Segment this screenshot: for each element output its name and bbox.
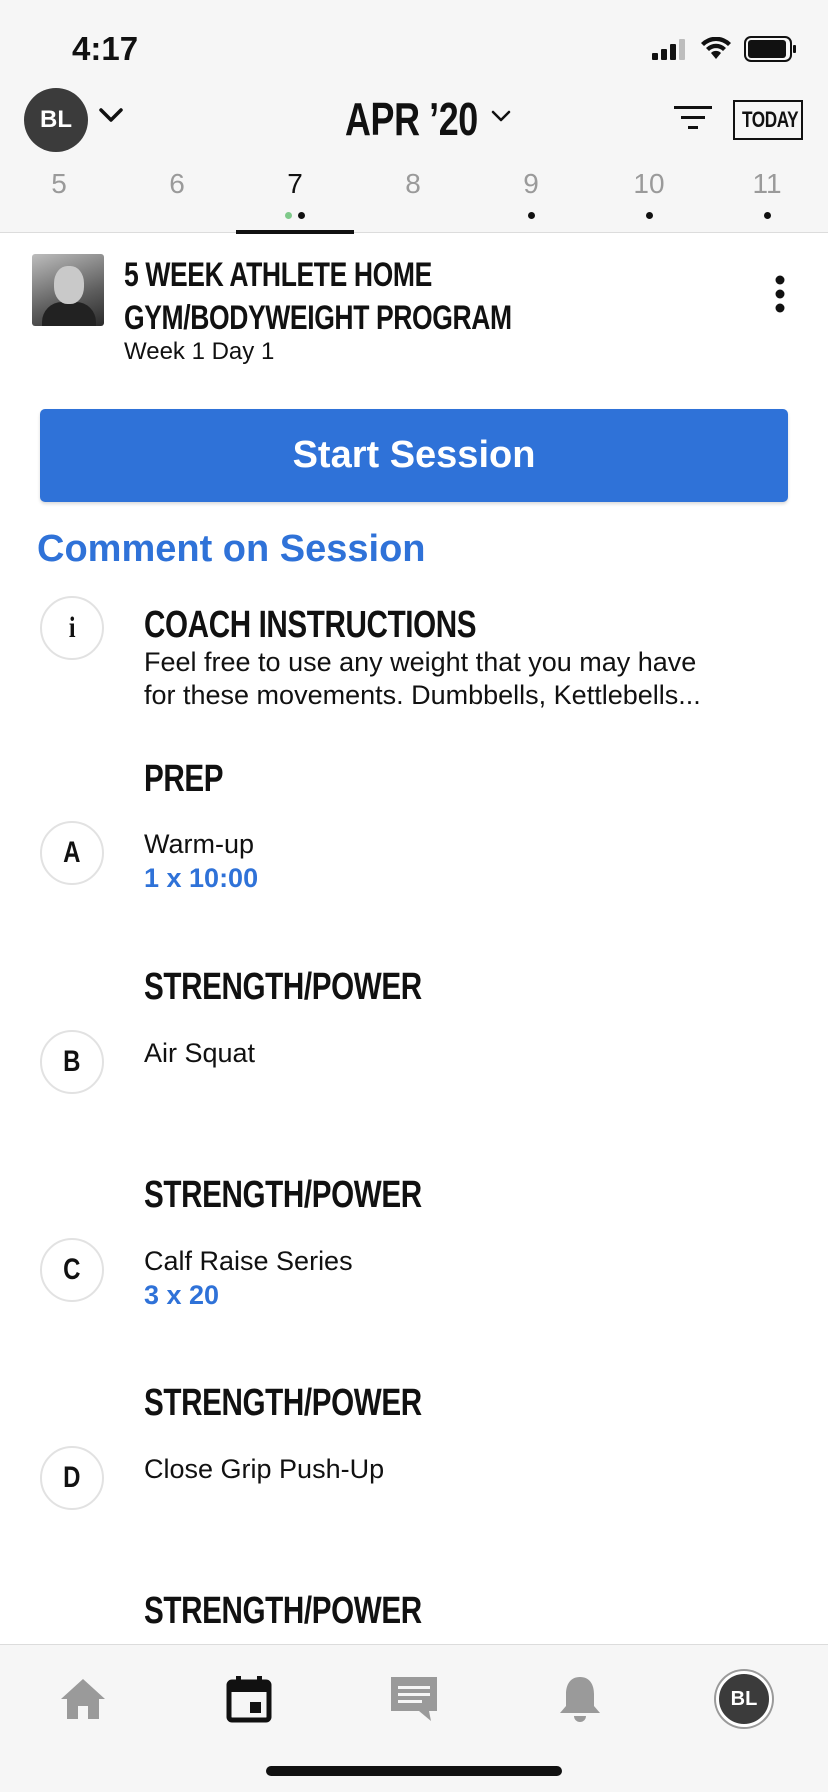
session-dot — [298, 212, 305, 219]
exercise-sets: 3 x 20 — [144, 1280, 220, 1310]
day-5[interactable]: 5 — [0, 160, 118, 232]
user-avatar[interactable]: BL — [24, 88, 88, 152]
exercise-name[interactable]: Air Squat — [144, 1037, 255, 1070]
tab-messages[interactable] — [369, 1667, 459, 1731]
status-icons — [652, 36, 798, 62]
section-title: PREP — [144, 758, 224, 800]
day-number: 10 — [633, 168, 665, 199]
program-title-text: 5 WEEK ATHLETE HOME GYM/BODYWEIGHT PROGR… — [124, 256, 512, 337]
status-bar: 4:17 — [0, 0, 828, 88]
today-button-label: TODAY — [742, 107, 799, 132]
day-number: 11 — [752, 168, 782, 199]
month-label: APR ’20 — [345, 93, 478, 145]
section-title: STRENGTH/POWER — [144, 1174, 422, 1216]
avatar-initials: BL — [40, 106, 72, 133]
info-badge: i — [40, 596, 104, 660]
profile-avatar: BL — [716, 1671, 772, 1727]
badge-letter: C — [63, 1253, 81, 1286]
day-8[interactable]: 8 — [354, 160, 472, 232]
day-number: 5 — [51, 168, 67, 199]
signal-icon — [652, 39, 685, 60]
tab-home[interactable] — [38, 1667, 128, 1731]
day-9[interactable]: 9 — [472, 160, 590, 232]
coach-instructions-line-2[interactable]: for these movements. Dumbbells, Kettlebe… — [144, 679, 701, 712]
day-10[interactable]: 10 — [590, 160, 708, 232]
day-number: 8 — [405, 168, 421, 199]
status-time: 4:17 — [72, 30, 139, 67]
coach-photo — [32, 254, 104, 326]
day-7-selected[interactable]: 7 — [236, 160, 354, 234]
tab-profile[interactable]: BL — [699, 1667, 789, 1731]
exercise-badge-d[interactable]: D — [40, 1446, 104, 1510]
section-title: STRENGTH/POWER — [144, 1382, 422, 1424]
wifi-icon — [701, 37, 731, 59]
session-dot — [527, 212, 535, 219]
home-indicator — [266, 1766, 562, 1776]
filter-icon[interactable] — [674, 104, 712, 132]
section-title: STRENGTH/POWER — [144, 1590, 422, 1632]
coach-instructions-line-1[interactable]: Feel free to use any weight that you may… — [144, 646, 696, 679]
day-number: 6 — [169, 168, 185, 199]
exercise-badge-b[interactable]: B — [40, 1030, 104, 1094]
day-11[interactable]: 11 — [708, 160, 826, 232]
tab-calendar[interactable] — [204, 1667, 294, 1731]
coach-photo-face — [54, 266, 84, 304]
calendar-icon — [226, 1676, 272, 1723]
badge-letter: B — [63, 1045, 81, 1078]
tab-notifications[interactable] — [535, 1667, 625, 1731]
day-dots — [590, 212, 708, 219]
program-title: 5 WEEK ATHLETE HOME GYM/BODYWEIGHT PROGR… — [124, 254, 828, 340]
day-number: 7 — [287, 168, 303, 199]
chat-icon — [391, 1677, 437, 1721]
session-dot — [645, 212, 653, 219]
badge-letter: A — [63, 836, 81, 869]
day-strip: 5 6 7 8 9 10 11 — [0, 160, 828, 234]
exercise-badge-a[interactable]: A — [40, 821, 104, 885]
profile-avatar-initials: BL — [730, 1687, 758, 1710]
chevron-down-icon[interactable] — [98, 106, 124, 124]
exercise-name[interactable]: Warm-up — [144, 828, 254, 861]
exercise-badge-c[interactable]: C — [40, 1238, 104, 1302]
bell-icon — [560, 1677, 600, 1722]
badge-letter: D — [63, 1461, 81, 1494]
day-dots — [472, 212, 590, 219]
battery-icon — [744, 36, 796, 62]
day-number: 9 — [523, 168, 539, 199]
today-button[interactable]: TODAY — [733, 100, 803, 140]
home-icon — [61, 1679, 105, 1719]
calendar-header: BL APR ’20 TODAY 5 6 7 8 9 10 11 — [0, 88, 828, 234]
comment-on-session-link[interactable]: Comment on Session — [37, 528, 426, 571]
section-title: STRENGTH/POWER — [144, 966, 422, 1008]
start-session-button[interactable]: Start Session — [40, 409, 788, 502]
day-dots — [236, 212, 354, 219]
more-vertical-icon[interactable] — [768, 274, 792, 314]
exercise-name[interactable]: Close Grip Push-Up — [144, 1453, 384, 1486]
month-chevron-down-icon[interactable] — [490, 109, 512, 123]
exercise-name[interactable]: Calf Raise Series — [144, 1245, 353, 1278]
completed-dot — [285, 212, 292, 219]
day-6[interactable]: 6 — [118, 160, 236, 232]
exercise-sets: 1 x 10:00 — [144, 863, 259, 893]
day-dots — [708, 212, 826, 219]
session-dot — [763, 212, 771, 219]
coach-instructions-title: COACH INSTRUCTIONS — [144, 604, 477, 646]
program-subtitle: Week 1 Day 1 — [124, 338, 275, 365]
info-icon: i — [68, 611, 76, 644]
coach-photo-body — [42, 302, 96, 326]
program-header: 5 WEEK ATHLETE HOME GYM/BODYWEIGHT PROGR… — [0, 234, 828, 384]
